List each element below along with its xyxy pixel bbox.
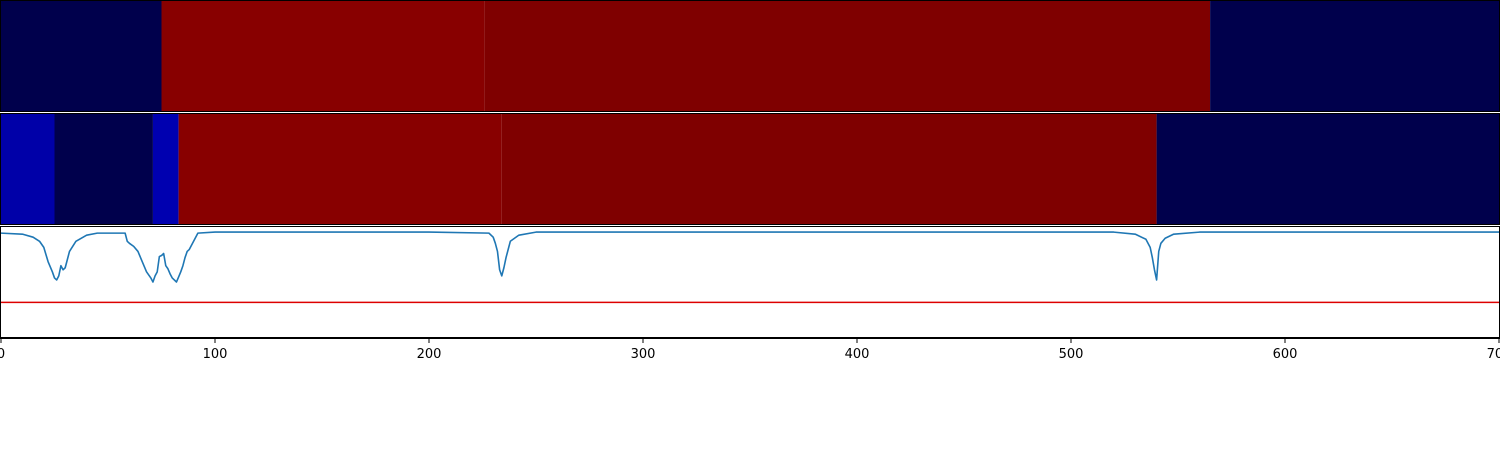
heatmap-top-segment-3 (1210, 0, 1499, 112)
chart-svg: 0 100 200 300 400 500 600 700 (0, 0, 1500, 362)
chart-figure: 0 100 200 300 400 500 600 700 (0, 0, 1500, 450)
line-plot-background (0, 226, 1500, 338)
heatmap-top-segment-1 (161, 0, 485, 112)
x-tick-label-6: 600 (1273, 347, 1298, 362)
x-tick-label-7: 700 (1487, 347, 1500, 362)
x-tick-label-1: 100 (203, 347, 228, 362)
x-tick-label-3: 300 (631, 347, 656, 362)
x-tick-label-0: 0 (0, 347, 5, 362)
heatmap-middle-segment-3 (178, 113, 502, 225)
x-tick-label-4: 400 (845, 347, 870, 362)
x-tick-label-5: 500 (1059, 347, 1084, 362)
heatmap-middle-segment-1 (54, 113, 153, 225)
heatmap-top-segment-2 (484, 0, 1211, 112)
heatmap-top-segment-0 (1, 0, 162, 112)
heatmap-middle-segment-5 (1156, 113, 1499, 225)
heatmap-middle-segment-0 (1, 113, 55, 225)
heatmap-middle-panel (1, 113, 1499, 225)
heatmap-top-panel (1, 0, 1499, 112)
heatmap-middle-segment-4 (501, 113, 1157, 225)
heatmap-middle-segment-2 (152, 113, 179, 225)
x-axis: 0 100 200 300 400 500 600 700 (0, 339, 1500, 362)
line-plot-panel (0, 226, 1500, 338)
x-tick-label-2: 200 (417, 347, 442, 362)
